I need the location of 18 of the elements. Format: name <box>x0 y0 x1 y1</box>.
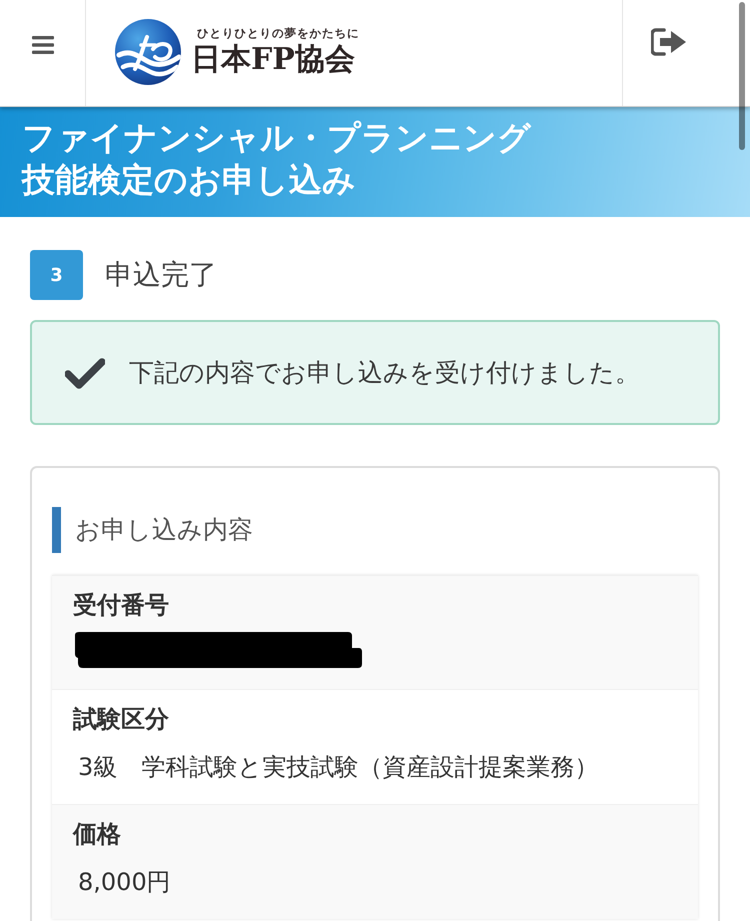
logout-button[interactable] <box>622 0 714 106</box>
field-label: 受付番号 <box>73 590 170 621</box>
field-value: 3級 学科試験と実技試験（資産設計提案業務） <box>77 752 600 783</box>
step-number: 3 <box>30 250 83 300</box>
alert-message: 下記の内容でお申し込みを受け付けました。 <box>129 356 640 388</box>
section-heading: お申し込み内容 <box>52 507 698 553</box>
field-label: 試験区分 <box>73 704 170 735</box>
page-title: ファイナンシャル・プランニング技能検定のお申し込み <box>22 117 532 201</box>
field-label: 価格 <box>73 819 122 850</box>
logo-wordmark: 日本FP協会 <box>191 42 356 78</box>
logo-tagline: ひとりひとりの夢をかたちに <box>196 26 360 41</box>
sign-out-icon <box>650 28 686 56</box>
field-value: 8,000円 <box>77 867 172 898</box>
menu-button[interactable] <box>0 0 86 106</box>
logo-emblem-icon <box>115 19 181 85</box>
step-title: 申込完了 <box>105 257 217 293</box>
menu-icon <box>32 36 54 54</box>
check-icon <box>65 356 105 388</box>
